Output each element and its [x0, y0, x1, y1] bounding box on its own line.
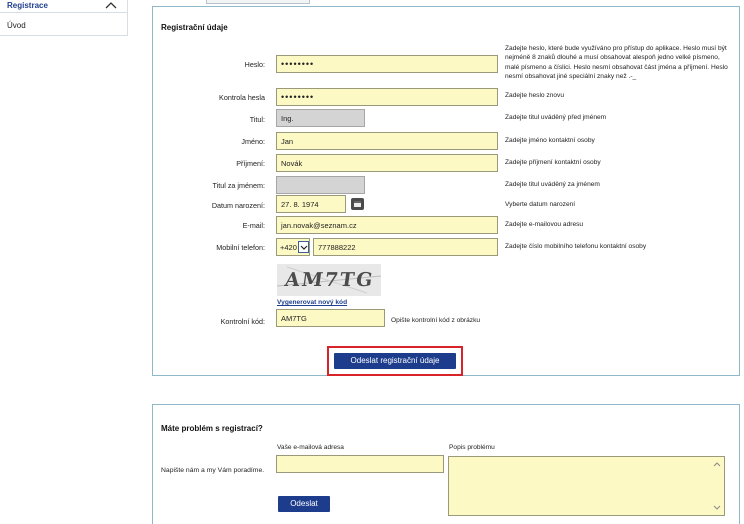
email-help: Zadejte e-mailovou adresu — [505, 221, 584, 228]
regenerate-code-link[interactable]: Vygenerovat nový kód — [277, 299, 347, 306]
problem-title: Máte problém s registrací? — [161, 424, 263, 433]
password-label: Heslo: — [244, 60, 265, 69]
sidebar-item-uvod[interactable]: Úvod — [7, 21, 26, 30]
sidebar-section-header[interactable]: Registrace — [0, 0, 128, 13]
last-name-help: Zadejte příjmení kontaktní osoby — [505, 159, 601, 166]
captcha-label: Kontrolní kód: — [220, 317, 265, 326]
scroll-up-icon[interactable] — [713, 461, 721, 467]
captcha-help: Opište kontrolní kód z obrázku — [391, 317, 481, 324]
sidebar: Registrace Úvod — [0, 0, 128, 36]
last-name-field[interactable]: Novák — [276, 154, 498, 172]
title-after-label: Titul za jménem: — [212, 181, 265, 190]
title-before-help: Zadejte titul uváděný před jménem — [505, 114, 607, 121]
password-help: Zadejte heslo, které bude využíváno pro … — [505, 45, 728, 81]
title-before-field[interactable]: Ing. — [276, 109, 365, 127]
problem-email-field[interactable] — [276, 455, 444, 473]
password-confirm-help: Zadejte heslo znovu — [505, 92, 565, 99]
send-problem-button[interactable]: Odeslat — [278, 496, 330, 512]
first-name-label: Jméno: — [241, 137, 265, 146]
password-confirm-label: Kontrola hesla — [219, 93, 265, 102]
birth-date-label: Datum narození: — [211, 201, 265, 210]
chevron-up-icon[interactable] — [104, 0, 118, 11]
birth-date-field[interactable]: 27. 8. 1974 — [276, 195, 346, 213]
first-name-field[interactable]: Jan — [276, 132, 498, 150]
last-name-label: Příjmení: — [236, 159, 265, 168]
chevron-down-icon[interactable] — [298, 241, 309, 253]
problem-description-label: Popis problému — [449, 444, 495, 451]
registration-panel: Registrační údaje Heslo: •••••••• Zadejt… — [152, 6, 740, 376]
submit-registration-button[interactable]: Odeslat registrační údaje — [334, 353, 456, 369]
captcha-text: AM7TG — [283, 269, 376, 291]
captcha-image: AM7TG — [277, 264, 381, 296]
email-field[interactable]: jan.novak@seznam.cz — [276, 216, 498, 234]
sidebar-section-label: Registrace — [7, 1, 48, 10]
problem-prompt: Napište nám a my Vám poradíme. — [161, 467, 265, 474]
email-label: E-mail: — [242, 221, 265, 230]
problem-panel: Máte problém s registrací? Napište nám a… — [152, 404, 740, 524]
captcha-field[interactable]: AM7TG — [276, 309, 385, 327]
tab-stub — [206, 0, 310, 4]
phone-label: Mobilní telefon: — [216, 243, 265, 252]
birth-date-help: Vyberte datum narození — [505, 201, 576, 208]
password-confirm-field[interactable]: •••••••• — [276, 88, 498, 106]
scroll-down-icon[interactable] — [713, 505, 721, 511]
problem-email-label: Vaše e-mailová adresa — [277, 444, 344, 451]
title-after-field[interactable] — [276, 176, 365, 194]
phone-help: Zadejte číslo mobilního telefonu kontakt… — [505, 243, 647, 250]
problem-description-field[interactable] — [448, 456, 725, 516]
password-field[interactable]: •••••••• — [276, 55, 498, 73]
title-after-help: Zadejte titul uváděný za jménem — [505, 181, 600, 188]
title-before-label: Titul: — [249, 115, 265, 124]
phone-prefix-value: +420 — [280, 243, 297, 252]
calendar-icon[interactable] — [351, 198, 364, 210]
registration-title: Registrační údaje — [161, 23, 228, 32]
first-name-help: Zadejte jméno kontaktní osoby — [505, 137, 595, 144]
phone-field[interactable]: 777888222 — [313, 238, 498, 256]
